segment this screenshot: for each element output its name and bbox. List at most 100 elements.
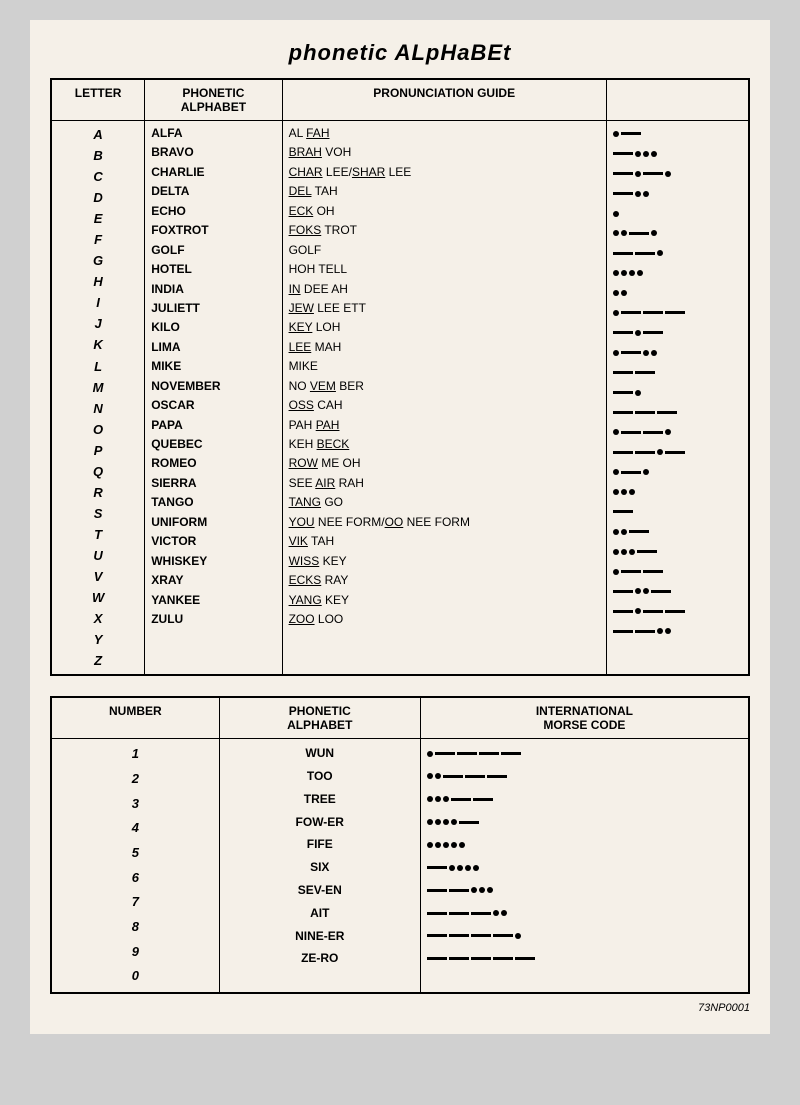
numbers-table: NUMBER PHONETICALPHABET INTERNATIONALMOR… (50, 696, 750, 994)
letter-C: C (58, 166, 138, 187)
pronunciation-E: ECK OH (289, 202, 600, 221)
letter-F: F (58, 229, 138, 250)
phonetic-O: OSCAR (151, 396, 275, 415)
phonetic-G: GOLF (151, 241, 275, 260)
pronunciation-S: SEE AIR RAH (289, 474, 600, 493)
morse-P (613, 422, 742, 442)
pronunciation-A: AL FAH (289, 124, 600, 143)
letter-L: L (58, 356, 138, 377)
letter-T: T (58, 524, 138, 545)
letter-G: G (58, 250, 138, 271)
letter-D: D (58, 187, 138, 208)
letter-N: N (58, 398, 138, 419)
pronunciation-J: JEW LEE ETT (289, 299, 600, 318)
morse-E (613, 204, 742, 224)
letter-W: W (58, 587, 138, 608)
letter-P: P (58, 440, 138, 461)
morse-C (613, 164, 742, 184)
morse-R (613, 462, 742, 482)
morse-U (613, 522, 742, 542)
morse-V (613, 542, 742, 562)
phonetic-P: PAPA (151, 416, 275, 435)
letter-J: J (58, 313, 138, 334)
pronunciation-P: PAH PAH (289, 416, 600, 435)
letter-I: I (58, 292, 138, 313)
morse-J (613, 303, 742, 323)
letter-A: A (58, 124, 138, 145)
morse-Y (613, 601, 742, 621)
morse-O (613, 402, 742, 422)
page-title: phonetic ALpHaBEt (50, 40, 750, 66)
phonetic-Q: QUEBEC (151, 435, 275, 454)
number-7: 7 (58, 890, 213, 915)
num-phonetic-2: TOO (226, 765, 414, 788)
phonetic-I: INDIA (151, 280, 275, 299)
num-morse-7 (427, 879, 742, 902)
pronunciation-C: CHAR LEE/SHAR LEE (289, 163, 600, 182)
morse-L (613, 343, 742, 363)
phonetic-L: LIMA (151, 338, 275, 357)
phonetic-R: ROMEO (151, 454, 275, 473)
num-phonetic-7: SEV-EN (226, 879, 414, 902)
pronunciation-F: FOKS TROT (289, 221, 600, 240)
number-8: 8 (58, 915, 213, 940)
num-morse-2 (427, 765, 742, 788)
num-phonetic-1: WUN (226, 742, 414, 765)
letter-Q: Q (58, 461, 138, 482)
morse-H (613, 263, 742, 283)
number-4: 4 (58, 816, 213, 841)
morse-Q (613, 442, 742, 462)
phonetic-J: JULIETT (151, 299, 275, 318)
morse-W (613, 562, 742, 582)
letter-O: O (58, 419, 138, 440)
pronunciation-Z: ZOO LOO (289, 610, 600, 629)
letter-X: X (58, 608, 138, 629)
number-2: 2 (58, 767, 213, 792)
morse-X (613, 581, 742, 601)
phonetic-A: ALFA (151, 124, 275, 143)
num-morse-9 (427, 925, 742, 948)
morse-A (613, 124, 742, 144)
number-3: 3 (58, 792, 213, 817)
letter-Y: Y (58, 629, 138, 650)
num-morse-1 (427, 742, 742, 765)
pronunciation-G: GOLF (289, 241, 600, 260)
pronunciation-K: KEY LOH (289, 318, 600, 337)
phonetic-S: SIERRA (151, 474, 275, 493)
morse-S (613, 482, 742, 502)
morse-I (613, 283, 742, 303)
pronunciation-D: DEL TAH (289, 182, 600, 201)
num-phonetic-9: NINE-ER (226, 925, 414, 948)
phonetic-F: FOXTROT (151, 221, 275, 240)
morse-B (613, 144, 742, 164)
morse-F (613, 223, 742, 243)
morse-T (613, 502, 742, 522)
num-morse-4 (427, 811, 742, 834)
header-num-phonetic: PHONETICALPHABET (219, 697, 420, 739)
pronunciation-O: OSS CAH (289, 396, 600, 415)
phonetic-W: WHISKEY (151, 552, 275, 571)
pronunciation-I: IN DEE AH (289, 280, 600, 299)
header-letter: LETTER (51, 79, 145, 121)
pronunciation-Y: YANG KEY (289, 591, 600, 610)
pronunciation-U: YOU NEE FORM/OO NEE FORM (289, 513, 600, 532)
phonetic-D: DELTA (151, 182, 275, 201)
phonetic-N: NOVEMBER (151, 377, 275, 396)
morse-D (613, 184, 742, 204)
phonetic-Z: ZULU (151, 610, 275, 629)
morse-Z (613, 621, 742, 641)
header-pronunciation: PRONUNCIATION GUIDE (282, 79, 606, 121)
numbers-section: NUMBER PHONETICALPHABET INTERNATIONALMOR… (50, 696, 750, 994)
pronunciation-L: LEE MAH (289, 338, 600, 357)
header-phonetic: PHONETICALPHABET (145, 79, 282, 121)
phonetic-K: KILO (151, 318, 275, 337)
document-number: 73NP0001 (50, 1002, 750, 1014)
phonetic-C: CHARLIE (151, 163, 275, 182)
letter-B: B (58, 145, 138, 166)
num-phonetic-8: AIT (226, 902, 414, 925)
letter-U: U (58, 545, 138, 566)
number-5: 5 (58, 841, 213, 866)
letter-K: K (58, 334, 138, 355)
header-morse (606, 79, 749, 121)
num-phonetic-3: TREE (226, 788, 414, 811)
